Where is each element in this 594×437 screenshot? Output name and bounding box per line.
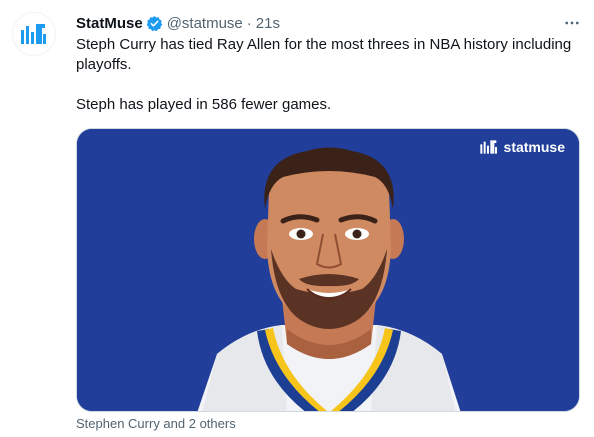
tweet-text-paragraph-1: Steph Curry has tied Ray Allen for the m…: [76, 36, 572, 73]
tagged-people[interactable]: Stephen Curry and 2 others: [76, 416, 236, 431]
separator-dot: ·: [246, 14, 252, 32]
statmuse-brand-label: statmuse: [503, 139, 565, 155]
statmuse-logo-icon: [21, 24, 46, 44]
tweet-text: Steph Curry has tied Ray Allen for the m…: [76, 35, 581, 115]
tweet-header: StatMuse @statmuse · 21s: [76, 12, 280, 34]
timestamp[interactable]: 21s: [256, 15, 280, 32]
handle[interactable]: @statmuse: [167, 15, 243, 32]
tweet-text-paragraph-2: Steph has played in 586 fewer games.: [76, 96, 332, 113]
tweet-media-image[interactable]: statmuse: [76, 128, 580, 412]
tweet[interactable]: StatMuse @statmuse · 21s Steph Curry has…: [0, 0, 594, 437]
tagged-people-label[interactable]: Stephen Curry and 2 others: [76, 416, 236, 431]
player-illustration: [77, 129, 579, 411]
more-horizontal-icon[interactable]: [560, 12, 584, 34]
avatar[interactable]: [12, 12, 56, 56]
verified-badge-icon: [146, 15, 163, 32]
statmuse-brand: statmuse: [479, 139, 565, 155]
display-name[interactable]: StatMuse: [76, 15, 143, 32]
statmuse-logo-icon: [479, 140, 497, 154]
